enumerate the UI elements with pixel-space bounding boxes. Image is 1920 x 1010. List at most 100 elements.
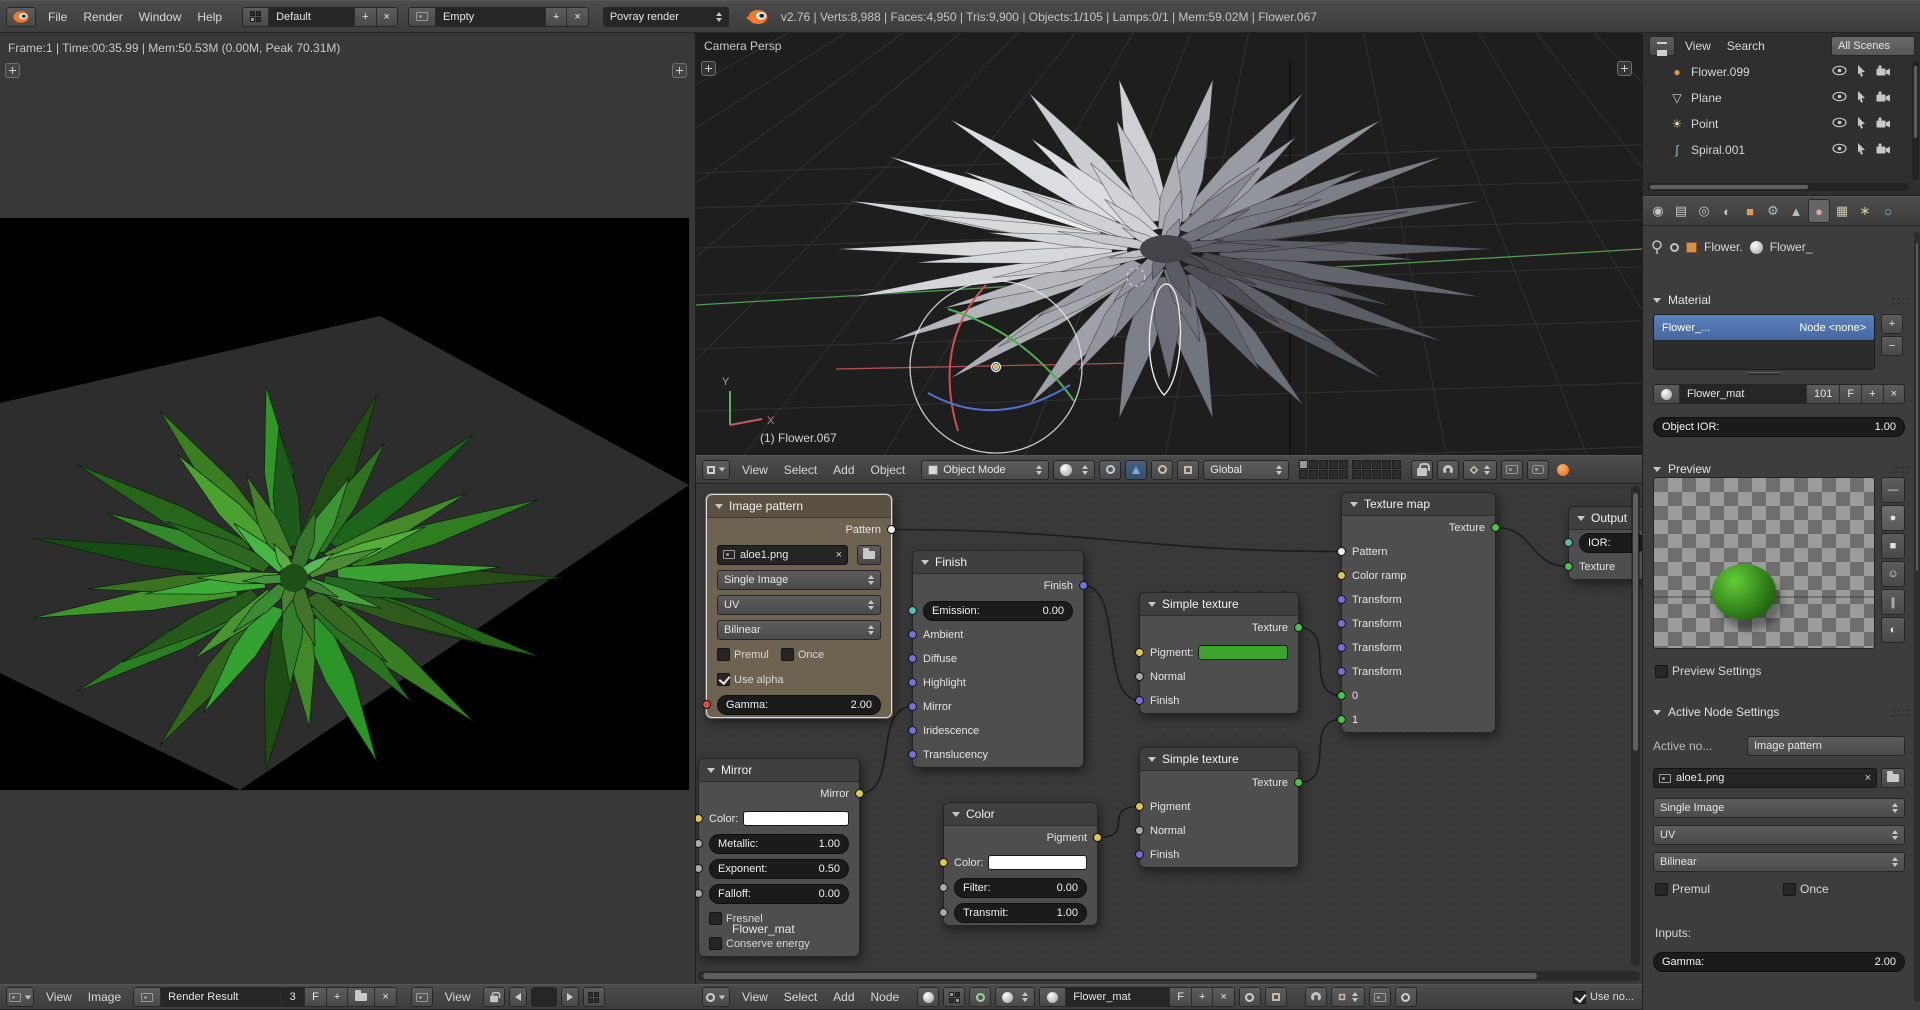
render-opengl-anim-button[interactable] [1527, 460, 1549, 480]
dropdown-uv[interactable]: UV [717, 595, 881, 615]
node-header-finish[interactable]: Finish [913, 551, 1083, 574]
tab-modifiers[interactable]: ⚙ [1762, 199, 1784, 223]
premul-checkbox[interactable]: Premul [1655, 882, 1773, 896]
color-swatch[interactable] [988, 855, 1087, 870]
tab-material[interactable]: ● [1808, 199, 1830, 223]
new-material-button[interactable]: + [1862, 385, 1883, 403]
color-swatch[interactable] [743, 811, 849, 826]
socket-simple1-in-finish[interactable] [1135, 696, 1144, 705]
socket-color-in-transmit[interactable] [939, 908, 948, 917]
node-editor-hscrollbar[interactable] [698, 971, 1640, 981]
menu-image[interactable]: Image [80, 988, 129, 1006]
fake-user-button[interactable]: F [1840, 385, 1862, 403]
tab-scene[interactable]: ◎ [1693, 199, 1715, 223]
unlink-image-button[interactable]: × [836, 549, 842, 561]
unlink-image-button[interactable]: × [375, 988, 395, 1006]
image-datablock-field[interactable]: aloe1.png × [1653, 768, 1877, 788]
transform-orientation-select[interactable]: Global [1203, 460, 1289, 480]
menu-view[interactable]: View [734, 461, 776, 479]
collapse-icon[interactable] [1577, 516, 1585, 521]
collapse-icon[interactable] [952, 812, 960, 817]
once-checkbox[interactable]: Once [1783, 882, 1829, 896]
socket-output-in-ior[interactable] [1564, 538, 1573, 547]
material-browse-icon[interactable] [1040, 988, 1066, 1006]
filter-select[interactable]: Bilinear [1653, 852, 1905, 872]
node-header-simple2[interactable]: Simple texture [1140, 748, 1298, 771]
unlink-material-button[interactable]: × [1884, 385, 1904, 403]
menu-view[interactable]: View [38, 988, 80, 1006]
viewport-shading-select[interactable] [1053, 460, 1095, 480]
socket-simple1-out-texture[interactable] [1294, 623, 1303, 632]
collapse-icon[interactable] [921, 560, 929, 565]
outliner[interactable]: ViewSearch All Scenes ●Flower.099▽Plane☀… [1643, 33, 1920, 196]
node-header-image-pattern[interactable]: Image pattern [707, 495, 891, 518]
material-name[interactable]: Flower_mat [1066, 988, 1170, 1006]
tab-render-layers[interactable]: ▤ [1670, 199, 1692, 223]
checkbox-premul[interactable]: Premul [717, 648, 769, 661]
socket-texmap-out-texture[interactable] [1491, 523, 1500, 532]
socket-texmap-in-pattern[interactable] [1337, 547, 1346, 556]
shader-nodes-toggle[interactable] [917, 987, 939, 1007]
socket-finish-in-ambient[interactable] [908, 630, 917, 639]
manipulator-scale-button[interactable] [1177, 460, 1199, 480]
open-image-button[interactable] [348, 988, 375, 1006]
new-image-button[interactable]: + [327, 988, 348, 1006]
tab-texture[interactable]: ▦ [1831, 199, 1853, 223]
properties-editor[interactable]: Flower. Flower_ Material Flower_... Node… [1643, 226, 1920, 1010]
material-name-field[interactable]: Flower_mat [1680, 385, 1807, 403]
select-icon[interactable] [1856, 142, 1867, 158]
new-material-button[interactable]: + [1192, 988, 1213, 1006]
properties-vscrollbar[interactable] [1914, 232, 1920, 1002]
menu-file[interactable]: File [40, 8, 75, 26]
socket-simple2-in-pigment[interactable] [1135, 802, 1144, 811]
socket-color-in-filter[interactable] [939, 883, 948, 892]
scene-close-button[interactable]: × [567, 8, 587, 26]
socket-color-in-color[interactable] [939, 858, 948, 867]
open-image-button[interactable] [857, 545, 881, 565]
panel-grip-icon[interactable] [1891, 708, 1911, 717]
region-expand-icon[interactable] [672, 63, 687, 78]
slider-gamma[interactable]: Gamma:2.00 [717, 695, 881, 715]
node-group-button[interactable] [1265, 987, 1287, 1007]
material-slot-empty[interactable] [1654, 340, 1874, 365]
node-header-texmap[interactable]: Texture map [1342, 493, 1495, 516]
outliner-item-plane[interactable]: ▽Plane [1643, 85, 1920, 111]
tab-object[interactable]: ■ [1739, 199, 1761, 223]
next-slot-button[interactable] [561, 987, 579, 1007]
node-image-pattern[interactable]: Image patternPatternaloe1.png×Single Ima… [706, 494, 892, 718]
tab-object-data[interactable]: ▲ [1785, 199, 1807, 223]
image-browse-icon[interactable] [134, 988, 161, 1006]
socket-texmap-in-transform4[interactable] [1337, 667, 1346, 676]
select-icon[interactable] [1856, 90, 1867, 106]
socket-output-in-texture[interactable] [1564, 562, 1573, 571]
node-header-mirror[interactable]: Mirror [699, 759, 859, 782]
scene-add-button[interactable]: + [546, 8, 567, 26]
menu-window[interactable]: Window [131, 8, 190, 26]
gamma-slider[interactable]: Gamma: 2.00 [1653, 952, 1905, 972]
list-resize-grip[interactable] [1747, 372, 1781, 375]
socket-simple2-in-normal[interactable] [1135, 826, 1144, 835]
socket-finish-in-emission[interactable] [908, 606, 917, 615]
tab-physics[interactable]: ○ [1877, 199, 1899, 223]
hide-icon[interactable] [1832, 143, 1847, 157]
slider-falloff[interactable]: Falloff:0.00 [709, 884, 849, 904]
preview-flat-button[interactable]: — [1881, 477, 1905, 503]
outliner-filter-select[interactable]: All Scenes [1831, 36, 1915, 56]
menu-node[interactable]: Node [863, 988, 908, 1006]
collapse-icon[interactable] [1148, 757, 1156, 762]
lock-to-scene-button[interactable] [1411, 460, 1433, 480]
use-nodes-checkbox[interactable]: Use no... [1573, 991, 1634, 1004]
fake-user-button[interactable]: F [1170, 988, 1192, 1006]
menu-help[interactable]: Help [189, 8, 230, 26]
render-icon[interactable] [1876, 117, 1891, 131]
slider-filter[interactable]: Filter:0.00 [954, 878, 1087, 898]
slider-exponent[interactable]: Exponent:0.50 [709, 859, 849, 879]
socket-texmap-in-transform3[interactable] [1337, 643, 1346, 652]
color-swatch[interactable] [1198, 645, 1288, 660]
menu-add[interactable]: Add [825, 988, 862, 1006]
dropdown-bilinear[interactable]: Bilinear [717, 620, 881, 640]
checkbox-use-alpha[interactable]: Use alpha [717, 673, 784, 686]
texture-nodes-toggle[interactable] [943, 987, 965, 1007]
editor-type-button[interactable] [702, 460, 730, 480]
node-simple2[interactable]: Simple textureTexturePigmentNormalFinish [1139, 747, 1299, 868]
